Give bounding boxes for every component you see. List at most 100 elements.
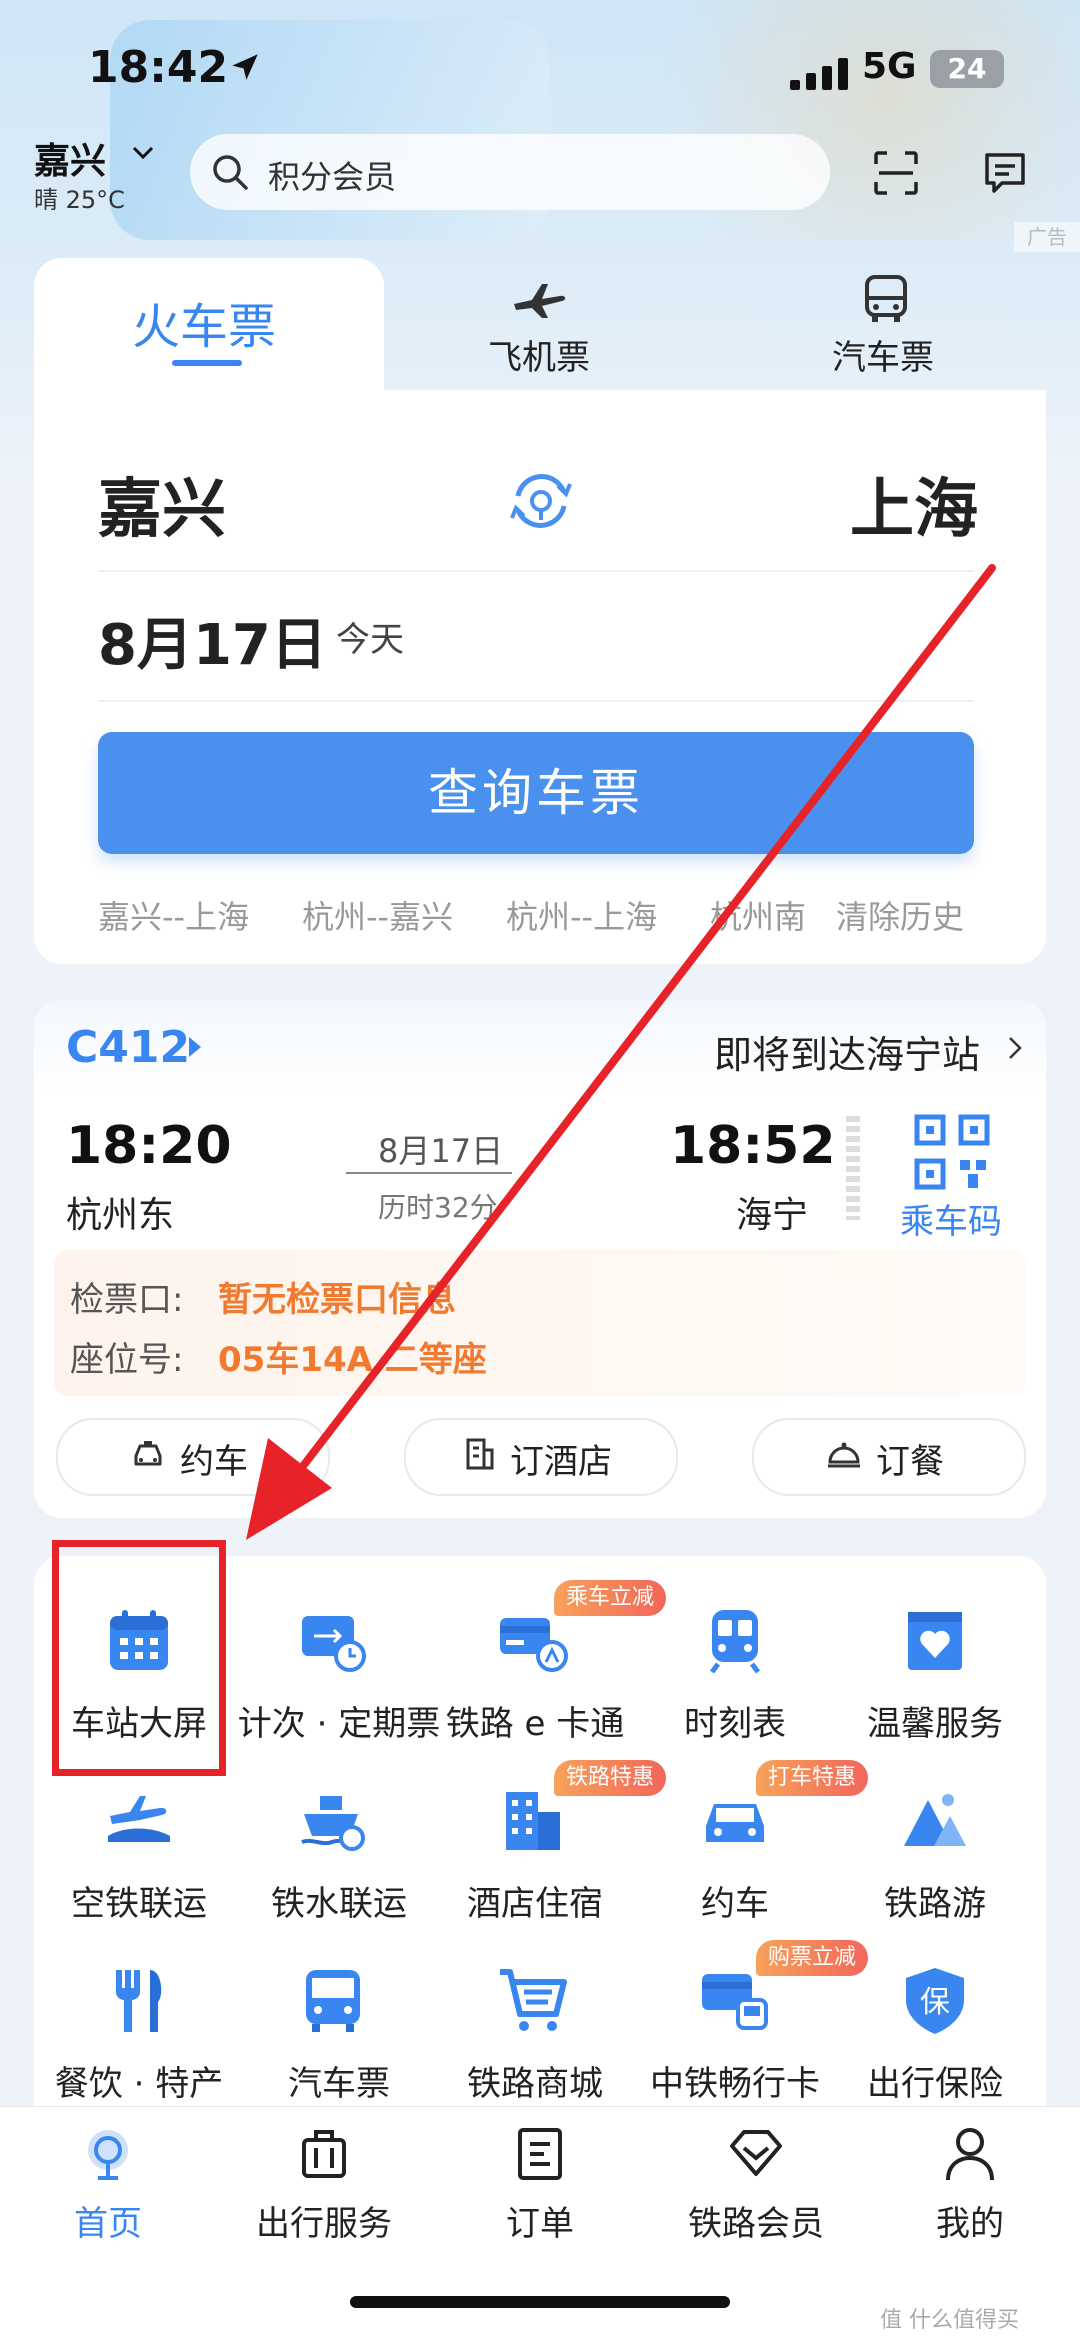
service-insurance[interactable]: 出行保险 [830, 2056, 1040, 2105]
nav-orders[interactable]: 订单 [440, 2196, 640, 2245]
book-meal-label[interactable]: 订餐 [876, 1434, 944, 1483]
travel-date[interactable]: 8月17日 [98, 600, 327, 681]
card-train-icon[interactable] [700, 1966, 770, 2036]
history-item[interactable]: 杭州--嘉兴 [302, 892, 453, 938]
service-hotel[interactable]: 酒店住宿 [430, 1876, 640, 1925]
qr-code-label[interactable]: 乘车码 [900, 1194, 1002, 1243]
shield-icon[interactable]: 保 [900, 1966, 970, 2036]
plane-icon[interactable] [512, 280, 568, 320]
luggage-icon[interactable] [296, 2126, 352, 2182]
taxi-icon [134, 1441, 162, 1466]
history-item[interactable]: 嘉兴--上海 [98, 892, 249, 938]
home-icon[interactable] [80, 2126, 136, 2182]
ticket-info-box [54, 1250, 1026, 1396]
caret-right-icon [189, 1037, 201, 1057]
service-air-rail[interactable]: 空铁联运 [34, 1876, 244, 1925]
service-bus-ticket[interactable]: 汽车票 [234, 2056, 444, 2105]
tab-train-label[interactable]: 火车票 [132, 287, 276, 357]
history-item[interactable]: 杭州南 [710, 892, 806, 938]
chevron-right-icon [1009, 1037, 1022, 1059]
service-rail-tour[interactable]: 铁路游 [830, 1876, 1040, 1925]
to-city[interactable]: 上海 [850, 458, 978, 550]
arrival-notice[interactable]: 即将到达海宁站 [714, 1024, 980, 1079]
from-city[interactable]: 嘉兴 [98, 458, 226, 550]
date-note: 今天 [336, 620, 404, 660]
promo-badge: 打车特惠 [756, 1760, 869, 1796]
departure-station: 杭州东 [66, 1195, 175, 1236]
book-hotel-label[interactable]: 订酒店 [510, 1434, 612, 1483]
promo-badge: 购票立减 [756, 1940, 869, 1976]
search-input[interactable]: 积分会员 [268, 152, 396, 198]
qr-code-icon[interactable] [914, 1114, 990, 1190]
service-ride[interactable]: 约车 [630, 1876, 840, 1925]
car-icon[interactable] [700, 1786, 770, 1856]
book-ride-label[interactable]: 约车 [180, 1434, 248, 1483]
separator [846, 1116, 860, 1220]
message-icon[interactable] [982, 150, 1028, 196]
mountain-icon[interactable] [900, 1786, 970, 1856]
trip-duration: 历时32分 [378, 1191, 498, 1224]
gate-value: 暂无检票口信息 [218, 1280, 456, 1320]
user-icon[interactable] [942, 2126, 998, 2182]
home-indicator[interactable] [350, 2296, 730, 2308]
divider [98, 570, 974, 572]
signal-icon [790, 58, 848, 90]
departure-time: 18:20 [66, 1116, 232, 1176]
service-rail-mall[interactable]: 铁路商城 [430, 2056, 640, 2105]
watermark: 值 什么值得买 [880, 2308, 1019, 2333]
tab-active-indicator [172, 360, 242, 366]
train-number[interactable]: C412 [66, 1022, 190, 1073]
tab-bus-label[interactable]: 汽车票 [832, 330, 934, 379]
network-type: 5G [862, 46, 917, 87]
building-icon[interactable] [498, 1786, 568, 1856]
gate-label: 检票口: [70, 1280, 184, 1320]
svg-text:保: 保 [920, 1985, 950, 2020]
fork-knife-icon[interactable] [104, 1966, 174, 2036]
promo-badge: 乘车立减 [554, 1580, 667, 1616]
hotel-icon [466, 1438, 494, 1470]
battery-icon: 24 [930, 50, 1004, 88]
service-periodic-ticket[interactable]: 计次 · 定期票 [234, 1696, 444, 1745]
weather-text: 晴 25°C [34, 186, 125, 214]
service-dining[interactable]: 餐饮 · 特产 [34, 2056, 244, 2105]
heart-box-icon[interactable] [900, 1606, 970, 1676]
ship-icon[interactable] [298, 1786, 368, 1856]
clear-history-button[interactable]: 清除历史 [836, 892, 964, 938]
ecard-icon[interactable] [498, 1606, 568, 1676]
highlight-box [52, 1540, 226, 1776]
arrival-station: 海宁 [736, 1195, 809, 1236]
seat-value: 05车14A 二等座 [218, 1340, 487, 1380]
bus-icon[interactable] [864, 274, 908, 324]
status-time: 18:42 [88, 42, 229, 93]
search-icon [213, 155, 248, 190]
bus-icon[interactable] [298, 1966, 368, 2036]
tab-plane-label[interactable]: 飞机票 [488, 330, 590, 379]
service-ecard[interactable]: 铁路 e 卡通 [430, 1696, 640, 1745]
service-rail-card[interactable]: 中铁畅行卡 [630, 2056, 840, 2105]
location-arrow-icon [232, 54, 258, 80]
divider [98, 700, 974, 702]
scan-icon[interactable] [873, 150, 919, 196]
service-rail-water[interactable]: 铁水联运 [234, 1876, 444, 1925]
city-selector[interactable]: 嘉兴 [34, 132, 106, 184]
trip-date: 8月17日 [378, 1132, 504, 1170]
ticket-card-icon[interactable] [298, 1606, 368, 1676]
train-front-icon[interactable] [700, 1606, 770, 1676]
service-timetable[interactable]: 时刻表 [630, 1696, 840, 1745]
arrival-time: 18:52 [670, 1116, 836, 1176]
nav-membership[interactable]: 铁路会员 [656, 2196, 856, 2245]
dining-icon [828, 1442, 860, 1468]
chevron-down-icon[interactable] [132, 146, 154, 160]
cart-icon[interactable] [498, 1966, 568, 2036]
nav-profile[interactable]: 我的 [870, 2196, 1070, 2245]
plane-train-icon[interactable] [104, 1786, 174, 1856]
service-care[interactable]: 温馨服务 [830, 1696, 1040, 1745]
swap-stations-icon[interactable] [506, 466, 576, 536]
query-tickets-button[interactable]: 查询车票 [98, 732, 974, 854]
nav-home[interactable]: 首页 [8, 2196, 208, 2245]
order-icon[interactable] [512, 2126, 568, 2182]
diamond-icon[interactable] [728, 2126, 784, 2182]
nav-travel-services[interactable]: 出行服务 [224, 2196, 424, 2245]
trip-line [346, 1172, 512, 1174]
history-item[interactable]: 杭州--上海 [506, 892, 657, 938]
